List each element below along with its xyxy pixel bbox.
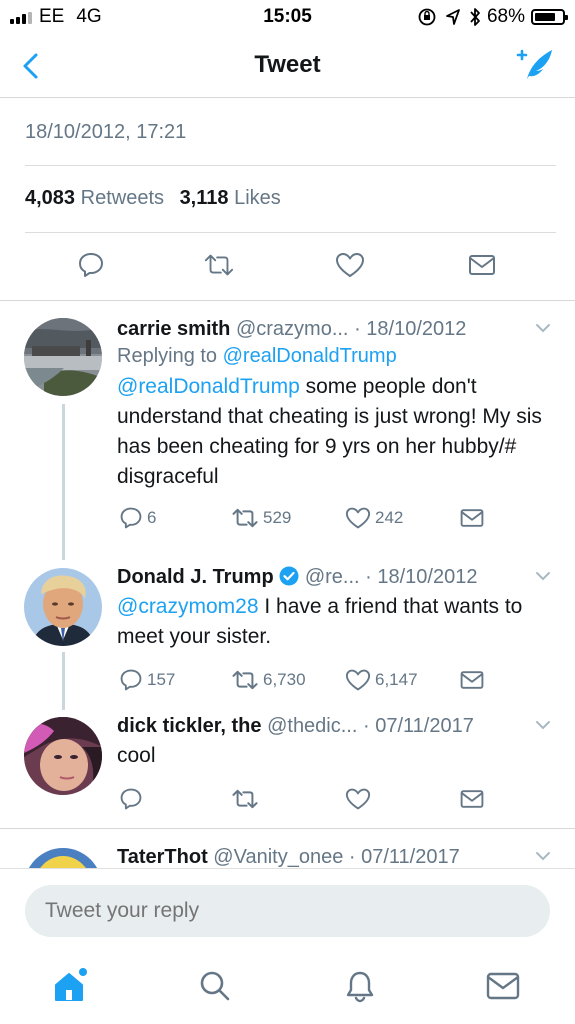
author-handle[interactable]: @re... — [305, 566, 360, 588]
reply-input[interactable] — [25, 885, 550, 937]
tweet-time: · 07/11/2017 — [348, 846, 460, 868]
share-icon — [460, 509, 484, 527]
likes-count: 3,118 — [179, 187, 229, 209]
retweet-count: 6,730 — [263, 670, 306, 689]
tweet-date: 18/10/2012, 17:21 — [25, 121, 187, 143]
avatar[interactable] — [24, 717, 102, 795]
retweet-count: 529 — [263, 508, 292, 527]
divider — [0, 828, 575, 829]
retweet-action[interactable]: 529 — [231, 506, 291, 530]
like-count: 242 — [375, 508, 404, 527]
bluetooth-icon — [469, 7, 481, 27]
tweet-time: · 18/10/2012 — [365, 566, 478, 588]
avatar[interactable] — [24, 848, 102, 868]
chevron-down-icon[interactable] — [535, 719, 551, 731]
reply-icon[interactable] — [75, 248, 107, 282]
thread-line — [62, 404, 65, 560]
status-bar: EE 4G 15:05 68% — [0, 0, 575, 34]
orientation-lock-icon — [417, 7, 437, 27]
mention-link[interactable]: @crazymom28 — [117, 595, 259, 618]
location-icon — [445, 8, 461, 26]
tweet-time: · 18/10/2012 — [354, 318, 467, 340]
tweet-text: @crazymom28 I have a friend that wants t… — [117, 592, 559, 652]
avatar[interactable] — [24, 318, 102, 396]
retweet-icon — [232, 508, 258, 528]
likes-label[interactable]: Likes — [234, 187, 281, 209]
share-icon — [460, 790, 484, 808]
author-handle[interactable]: @Vanity_onee — [213, 846, 343, 868]
chevron-down-icon[interactable] — [535, 570, 551, 582]
retweet-icon — [232, 670, 258, 690]
tweet-text: @realDonaldTrump some people don't under… — [117, 372, 559, 492]
nav-bar: Tweet — [0, 34, 575, 98]
mention-link[interactable]: @realDonaldTrump — [117, 375, 300, 398]
battery-percent: 68% — [486, 6, 525, 27]
divider — [25, 165, 556, 166]
author-name[interactable]: dick tickler, the — [117, 715, 262, 737]
author-handle[interactable]: @thedic... — [267, 715, 357, 737]
author-name[interactable]: Donald J. Trump — [117, 566, 274, 588]
chevron-down-icon[interactable] — [535, 322, 551, 334]
notifications-icon[interactable] — [340, 966, 380, 1006]
thread-line — [62, 652, 65, 710]
tweet-actions — [0, 248, 575, 284]
like-count: 6,147 — [375, 670, 418, 689]
tweet-time: · 07/11/2017 — [362, 715, 474, 737]
author-handle[interactable]: @crazymo... — [236, 318, 349, 340]
retweet-action[interactable]: 6,730 — [231, 668, 306, 692]
divider — [0, 300, 575, 301]
share-action[interactable] — [459, 506, 489, 530]
divider — [25, 232, 556, 233]
battery-icon — [531, 9, 568, 25]
author-name[interactable]: TaterThot — [117, 846, 208, 868]
like-action[interactable]: 6,147 — [345, 668, 418, 692]
share-icon[interactable] — [466, 248, 498, 282]
verified-badge-icon — [279, 566, 299, 586]
reply-action[interactable]: 6 — [119, 506, 156, 530]
tab-bar — [0, 950, 575, 1024]
reply-icon — [120, 507, 142, 529]
avatar[interactable] — [24, 568, 102, 646]
replying-to: Replying to @realDonaldTrump — [117, 342, 559, 370]
retweet-icon[interactable] — [203, 248, 235, 282]
author-name[interactable]: carrie smith — [117, 318, 230, 340]
retweets-count: 4,083 — [25, 187, 76, 209]
compose-tweet-icon[interactable] — [515, 46, 555, 84]
reply-count: 157 — [147, 670, 176, 689]
reply-icon — [120, 788, 142, 810]
messages-icon[interactable] — [483, 966, 523, 1006]
retweet-icon — [232, 789, 258, 809]
chevron-down-icon[interactable] — [535, 850, 551, 862]
home-icon[interactable] — [50, 966, 90, 1006]
reply-action[interactable]: 157 — [119, 668, 175, 692]
like-icon[interactable] — [334, 248, 366, 282]
reply-bar — [0, 868, 575, 950]
like-icon — [345, 788, 371, 810]
like-action[interactable] — [345, 787, 375, 811]
replying-to-link[interactable]: @realDonaldTrump — [223, 345, 397, 367]
share-icon — [460, 671, 484, 689]
share-action[interactable] — [459, 668, 489, 692]
tweet-text: cool — [117, 744, 156, 767]
reply-icon — [120, 669, 142, 691]
like-icon — [345, 669, 371, 691]
replying-to-prefix: Replying to — [117, 345, 223, 367]
search-icon[interactable] — [195, 966, 235, 1006]
like-icon — [345, 507, 371, 529]
reply-action[interactable] — [119, 787, 147, 811]
retweet-action[interactable] — [231, 787, 263, 811]
retweets-label[interactable]: Retweets — [81, 187, 164, 209]
reply-tweet[interactable]: TaterThot @Vanity_onee · 07/11/2017 — [0, 844, 575, 868]
like-action[interactable]: 242 — [345, 506, 403, 530]
engagement-counts: 4,083 Retweets 3,118 Likes — [25, 187, 291, 210]
reply-count: 6 — [147, 508, 157, 527]
page-title: Tweet — [254, 51, 321, 78]
share-action[interactable] — [459, 787, 489, 811]
